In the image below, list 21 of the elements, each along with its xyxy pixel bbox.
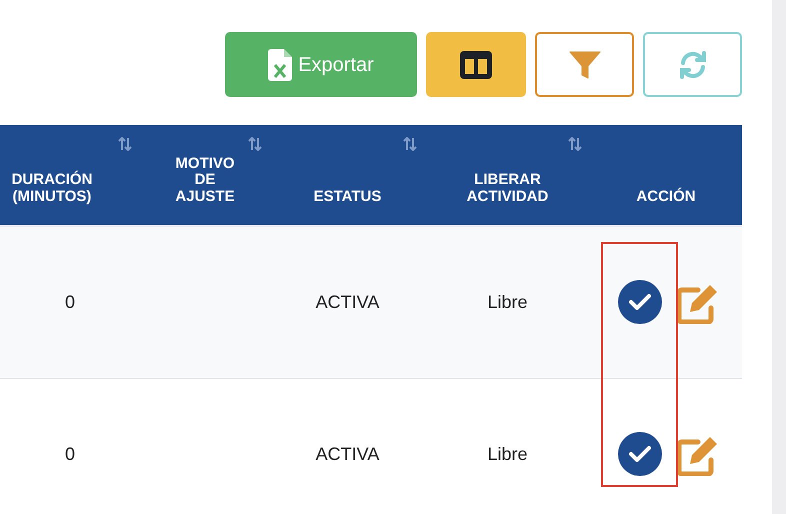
columns-button[interactable] xyxy=(426,32,526,97)
table-cell: ACTIVA xyxy=(316,444,380,464)
table-cell: Libre xyxy=(487,292,528,312)
refresh-icon xyxy=(678,50,708,80)
column-header[interactable]: ACCIÓN xyxy=(636,188,696,205)
table-cell: Libre xyxy=(487,444,528,464)
column-header[interactable]: ESTATUS xyxy=(314,188,382,205)
columns-icon xyxy=(460,50,492,78)
sort-icon[interactable] xyxy=(248,137,262,151)
table-cell: 0 xyxy=(64,292,75,312)
table-cell: 0 xyxy=(64,444,75,464)
check-circle-icon[interactable] xyxy=(618,432,662,476)
sort-icon[interactable] xyxy=(403,137,417,151)
refresh-button[interactable] xyxy=(643,32,742,97)
filter-button[interactable] xyxy=(535,32,634,97)
table-cell: ACTIVA xyxy=(316,292,380,312)
spreadsheet-file-icon xyxy=(268,48,292,80)
sort-icon[interactable] xyxy=(568,137,582,151)
filter-icon xyxy=(568,50,600,78)
check-circle-icon[interactable] xyxy=(618,280,662,324)
sort-icon[interactable] xyxy=(118,137,132,151)
